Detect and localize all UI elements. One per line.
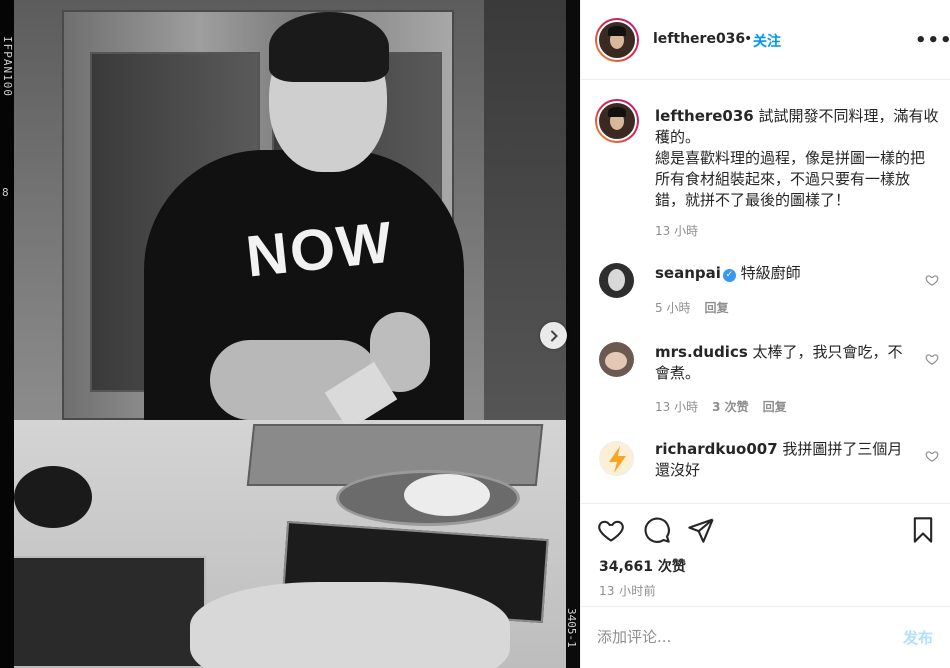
reply-button[interactable]: 回复 <box>763 400 787 414</box>
comment-text: seanpai ✓ 特級廚師 <box>655 263 911 284</box>
likes-count[interactable]: 34,661 次赞 <box>599 556 686 576</box>
bookmark-icon[interactable] <box>909 516 937 544</box>
caption-username[interactable]: lefthere036 <box>655 107 754 125</box>
comment-meta: 5 小時 回复 <box>655 299 742 316</box>
comment-input[interactable] <box>597 625 877 649</box>
commenter-avatar[interactable] <box>599 263 634 298</box>
verified-badge-icon: ✓ <box>722 269 736 282</box>
comment-text: mrs.dudics 太棒了，我只會吃，不會煮。 <box>655 342 911 384</box>
author-username[interactable]: lefthere036 <box>653 31 745 47</box>
comment-time: 13 小時 <box>655 400 699 414</box>
comment-like-heart-icon[interactable] <box>925 273 939 287</box>
post-actions: 34,661 次赞 13 小时前 <box>581 503 950 603</box>
comment-body: 特級廚師 <box>735 264 801 282</box>
comment-like-heart-icon[interactable] <box>925 449 939 463</box>
reply-button[interactable]: 回复 <box>704 301 728 315</box>
chicken-tray <box>190 582 510 668</box>
comment-likes[interactable]: 3 次赞 <box>712 400 749 414</box>
post-timestamp: 13 小时前 <box>599 584 656 598</box>
eggplant <box>14 466 92 528</box>
comments-list[interactable]: lefthere036 試試開發不同料理，滿有收穫的。 總是喜歡料理的過程，像是… <box>581 81 950 503</box>
comment-meta: 13 小時 3 次赞 回复 <box>655 398 801 415</box>
follow-button[interactable]: 关注 <box>753 31 781 51</box>
more-options-icon[interactable]: ••• <box>915 30 950 51</box>
commenter-avatar[interactable] <box>599 342 634 377</box>
heart-icon[interactable] <box>597 516 625 544</box>
send-icon[interactable] <box>687 516 715 544</box>
commenter-username[interactable]: seanpai <box>655 264 721 282</box>
comment-time: 5 小時 <box>655 301 691 315</box>
next-photo-button[interactable] <box>540 322 567 349</box>
vegetable-package <box>14 556 206 668</box>
film-edge-number: 8 <box>2 186 9 199</box>
commenter-username[interactable]: mrs.dudics <box>655 343 748 361</box>
film-edge-right-label: 3405-1 <box>565 608 578 648</box>
lightning-icon <box>609 446 626 473</box>
kitchen-scene: NOW <box>14 0 566 668</box>
post-photo[interactable]: IFPAN100 8 NOW 3405-1 <box>0 0 580 668</box>
chopped-onion <box>404 474 490 516</box>
comment-icon[interactable] <box>643 516 671 544</box>
post-side-panel: lefthere036 • 关注 ••• lefthere036 試試開發不同料… <box>580 0 950 668</box>
add-comment-bar: 发布 <box>581 606 950 668</box>
caption-avatar[interactable] <box>595 99 639 143</box>
film-edge-left: IFPAN100 8 <box>0 0 14 668</box>
caption-text: lefthere036 試試開發不同料理，滿有收穫的。 總是喜歡料理的過程，像是… <box>655 106 939 211</box>
post-comment-button[interactable]: 发布 <box>903 627 933 648</box>
chevron-right-icon <box>550 330 558 341</box>
comment-like-heart-icon[interactable] <box>925 352 939 366</box>
person-hair <box>269 12 389 82</box>
film-edge-label: IFPAN100 <box>1 36 14 97</box>
caption-time: 13 小時 <box>655 224 699 238</box>
separator-dot: • <box>744 31 753 47</box>
commenter-avatar[interactable] <box>599 441 634 476</box>
author-avatar[interactable] <box>595 18 639 62</box>
commenter-username[interactable]: richardkuo007 <box>655 440 778 458</box>
post-header: lefthere036 • 关注 ••• <box>581 0 950 80</box>
kitchen-window <box>484 0 566 420</box>
comment-text: richardkuo007 我拼圖拼了三個月還沒好 <box>655 439 911 481</box>
